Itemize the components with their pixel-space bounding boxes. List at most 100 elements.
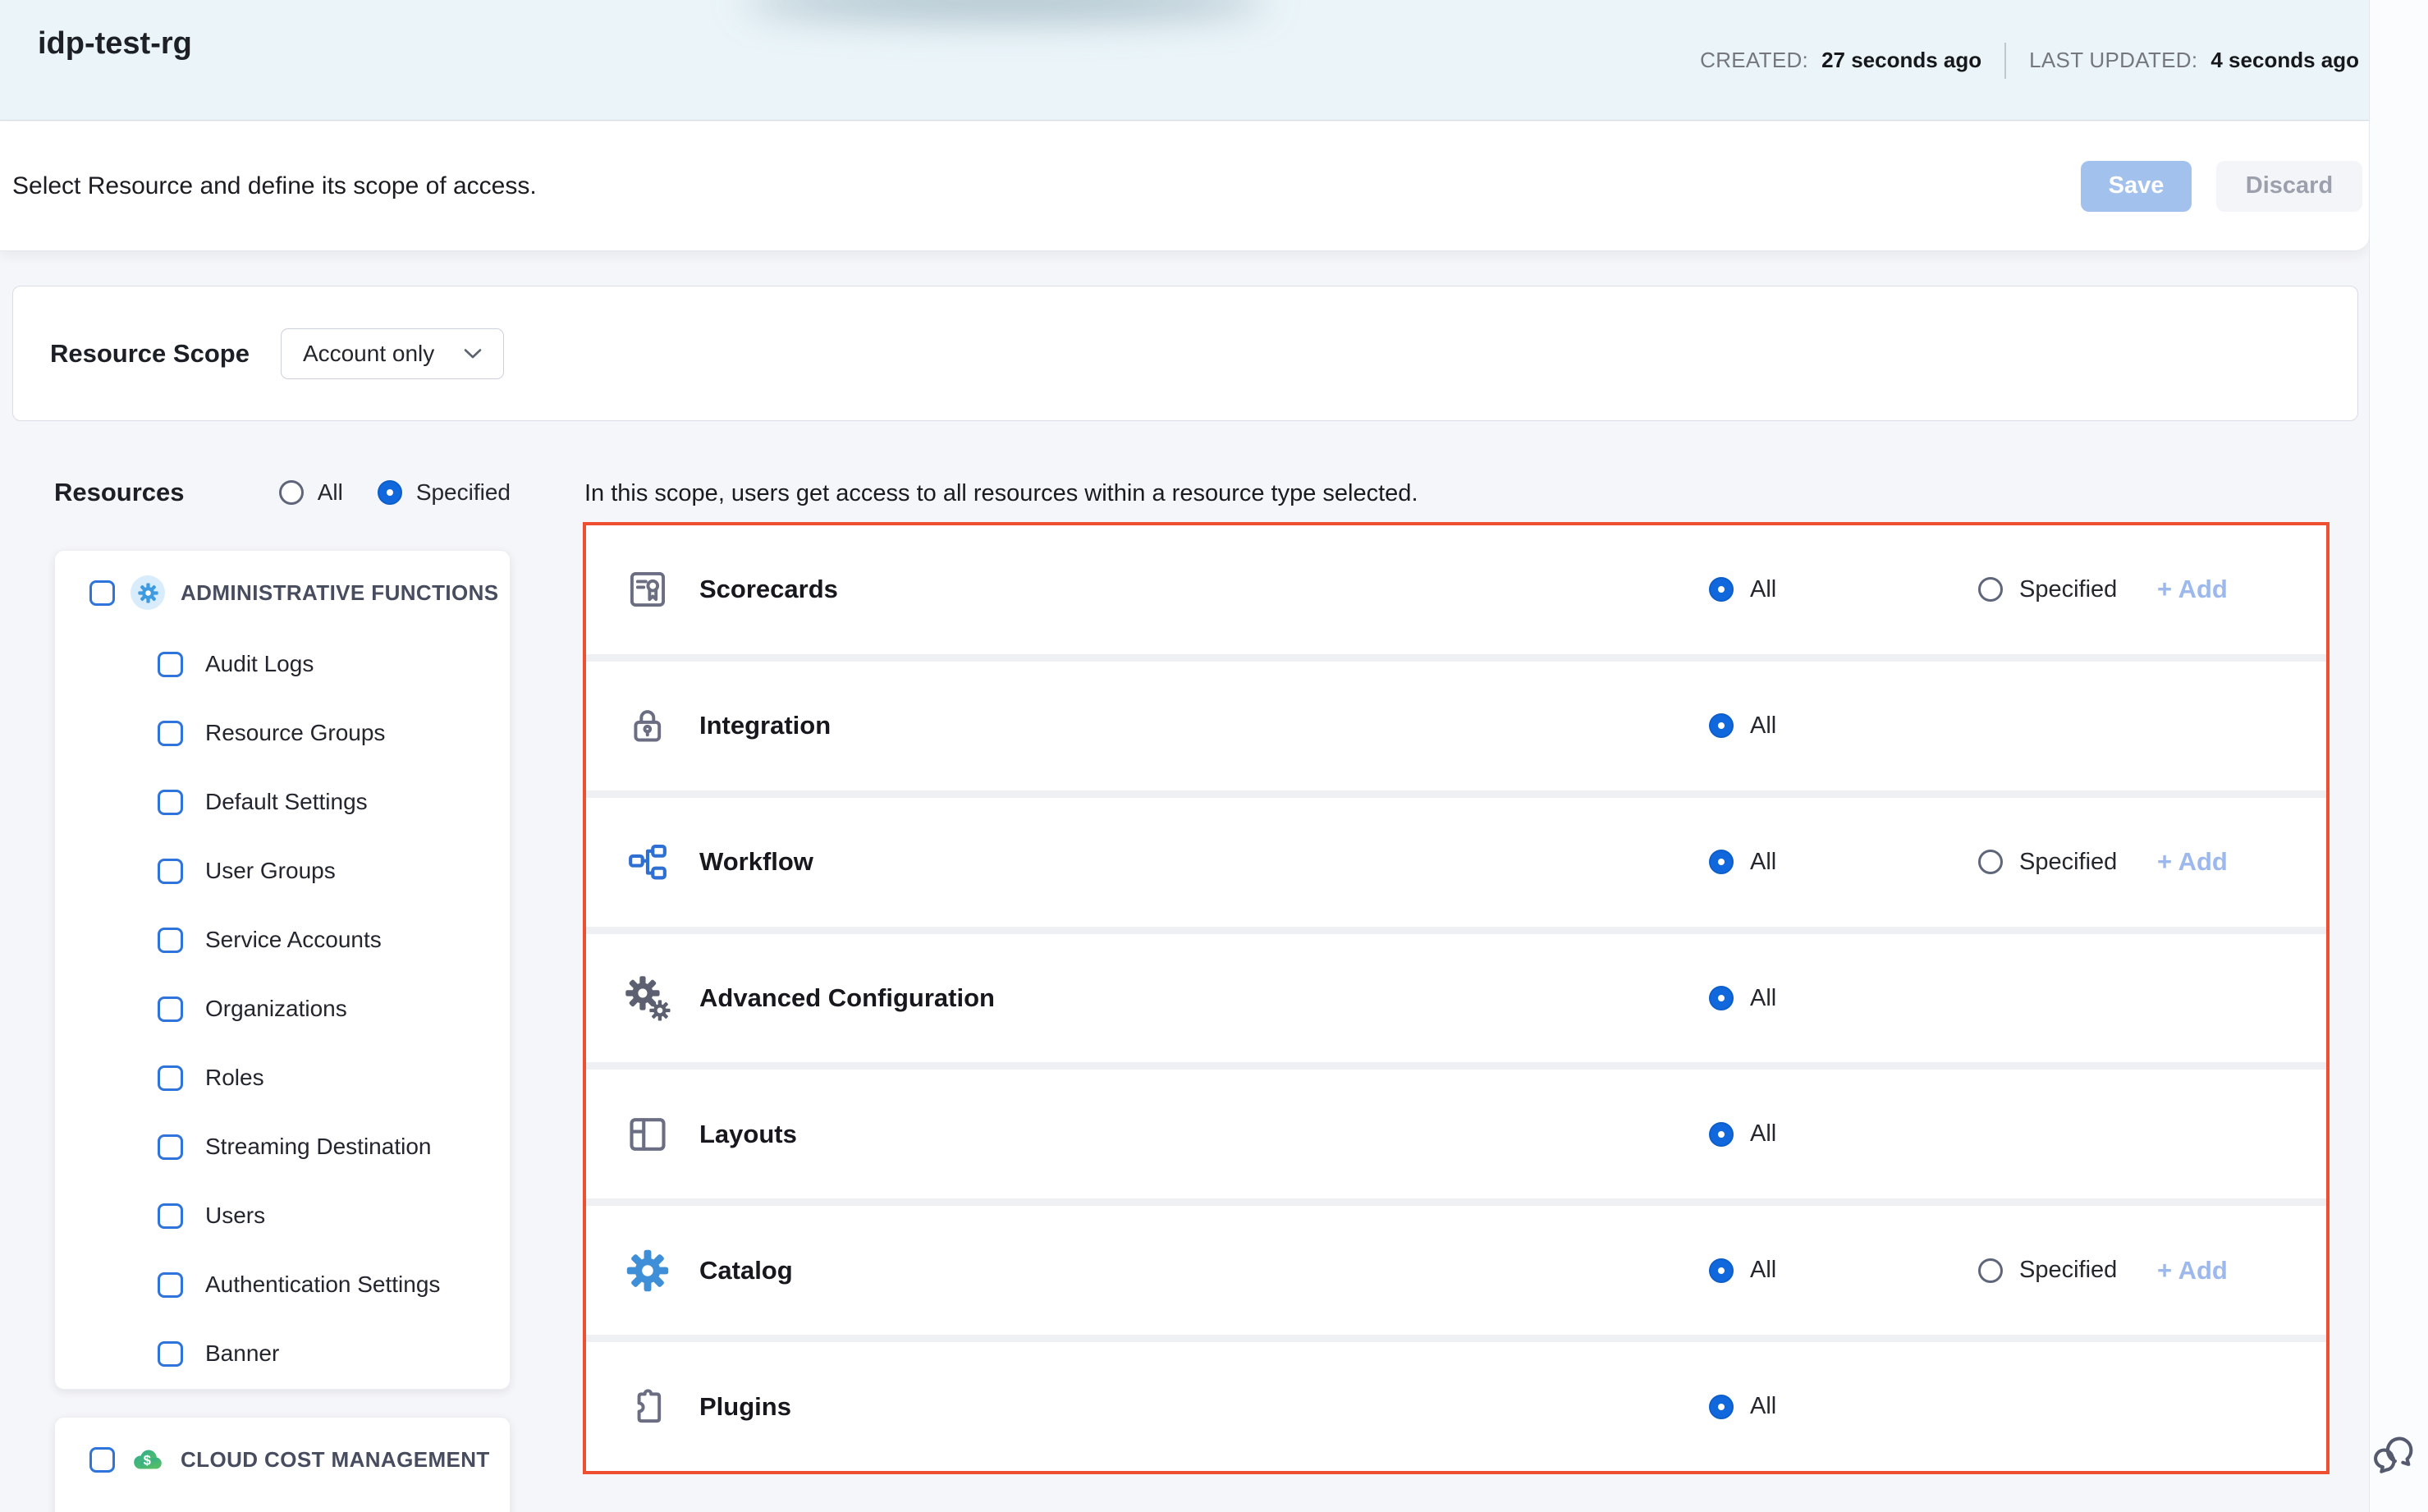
row-scorecards: Scorecards All Specified + Add — [586, 525, 2326, 654]
resources-all-radio[interactable]: All — [279, 479, 343, 506]
tree-item-organizations: Organizations — [55, 974, 510, 1043]
integration-all-radio[interactable]: All — [1709, 712, 1978, 740]
workflow-add-link[interactable]: + Add — [2157, 847, 2228, 877]
admin-functions-checkbox[interactable] — [89, 580, 115, 606]
tree-item-users: Users — [55, 1181, 510, 1250]
checkbox[interactable] — [158, 1134, 183, 1160]
lock-icon — [624, 702, 671, 749]
row-title: Advanced Configuration — [699, 983, 995, 1013]
row-plugins: Plugins All — [586, 1342, 2326, 1471]
resource-types-panel: Scorecards All Specified + Add — [583, 522, 2330, 1474]
gear-badge-icon — [131, 575, 165, 610]
admin-functions-items: Audit Logs Resource Groups Default Setti… — [55, 630, 510, 1388]
cloud-cost-header: $ CLOUD COST MANAGEMENT — [55, 1442, 510, 1477]
chat-bubbles-icon[interactable] — [2371, 1433, 2421, 1479]
chevron-down-icon — [464, 348, 482, 360]
scope-note: In this scope, users get access to all r… — [584, 480, 1418, 507]
plugins-all-radio[interactable]: All — [1709, 1393, 1978, 1420]
meta-divider — [2004, 43, 2006, 79]
checkbox[interactable] — [158, 1341, 183, 1367]
row-title: Layouts — [699, 1120, 797, 1149]
discard-button[interactable]: Discard — [2216, 161, 2362, 212]
checkbox[interactable] — [158, 928, 183, 953]
admin-functions-card: ADMINISTRATIVE FUNCTIONS Audit Logs Reso… — [54, 550, 511, 1390]
created-label: CREATED: — [1700, 48, 1808, 73]
svg-text:$: $ — [144, 1453, 151, 1468]
admin-functions-header: ADMINISTRATIVE FUNCTIONS — [55, 575, 510, 610]
catalog-add-link[interactable]: + Add — [2157, 1256, 2228, 1285]
cloud-cost-card: $ CLOUD COST MANAGEMENT Recommendations — [54, 1417, 511, 1512]
tree-item-authentication-settings: Authentication Settings — [55, 1250, 510, 1319]
checkbox[interactable] — [158, 1065, 183, 1091]
cloud-cost-checkbox[interactable] — [89, 1447, 115, 1473]
resources-specified-radio[interactable]: Specified — [378, 479, 511, 506]
resource-scope-selected-value: Account only — [303, 341, 434, 367]
checkbox[interactable] — [158, 721, 183, 746]
workflow-all-radio[interactable]: All — [1709, 849, 1978, 876]
radio-selected-icon[interactable] — [1709, 713, 1734, 738]
checkbox[interactable] — [158, 652, 183, 677]
save-button[interactable]: Save — [2081, 161, 2192, 212]
resource-group-page: idp-test-rg CREATED: 27 seconds ago LAST… — [0, 0, 2428, 1512]
action-subtitle: Select Resource and define its scope of … — [12, 172, 537, 200]
row-title: Plugins — [699, 1392, 791, 1422]
radio-selected-icon[interactable] — [1709, 1258, 1734, 1283]
radio-unselected-icon[interactable] — [1978, 1258, 2003, 1283]
checkbox[interactable] — [158, 859, 183, 884]
radio-selected-icon[interactable] — [378, 480, 402, 505]
radio-unselected-icon[interactable] — [1978, 850, 2003, 874]
advanced-configuration-all-radio[interactable]: All — [1709, 985, 1978, 1012]
checkbox[interactable] — [158, 997, 183, 1022]
scorecards-add-link[interactable]: + Add — [2157, 575, 2228, 604]
layout-icon — [624, 1111, 671, 1158]
row-layouts: Layouts All — [586, 1070, 2326, 1198]
workflow-specified-radio[interactable]: Specified — [1978, 849, 2157, 876]
row-title: Scorecards — [699, 575, 838, 604]
radio-unselected-icon[interactable] — [279, 480, 304, 505]
header-meta: CREATED: 27 seconds ago LAST UPDATED: 4 … — [1700, 0, 2359, 121]
row-title: Catalog — [699, 1256, 793, 1285]
checkbox[interactable] — [158, 790, 183, 815]
row-title: Workflow — [699, 847, 813, 877]
catalog-all-radio[interactable]: All — [1709, 1257, 1978, 1284]
tree-item-default-settings: Default Settings — [55, 767, 510, 836]
tree-item-user-groups: User Groups — [55, 836, 510, 905]
scorecards-specified-radio[interactable]: Specified — [1978, 576, 2157, 603]
page-title: idp-test-rg — [38, 26, 192, 62]
row-workflow: Workflow All Specified + Add — [586, 798, 2326, 927]
created-value: 27 seconds ago — [1821, 48, 1981, 73]
scorecard-icon — [624, 566, 671, 613]
workflow-icon — [624, 838, 671, 886]
puzzle-icon — [624, 1383, 671, 1431]
tree-item-roles: Roles — [55, 1043, 510, 1112]
resource-scope-label: Resource Scope — [50, 339, 250, 369]
radio-selected-icon[interactable] — [1709, 1395, 1734, 1419]
page-header: idp-test-rg CREATED: 27 seconds ago LAST… — [0, 0, 2428, 121]
radio-selected-icon[interactable] — [1709, 986, 1734, 1010]
gear-blue-icon — [624, 1247, 671, 1294]
checkbox[interactable] — [158, 1203, 183, 1229]
tree-item-service-accounts: Service Accounts — [55, 905, 510, 974]
radio-unselected-icon[interactable] — [1978, 577, 2003, 602]
row-catalog: Catalog All Specified + Add — [586, 1206, 2326, 1335]
radio-selected-icon[interactable] — [1709, 1122, 1734, 1147]
action-buttons: Save Discard — [2081, 161, 2362, 212]
tree-item-recommendations: Recommendations — [55, 1496, 510, 1512]
resources-mode-radios: All Specified — [279, 479, 511, 506]
scorecards-all-radio[interactable]: All — [1709, 576, 1978, 603]
layouts-all-radio[interactable]: All — [1709, 1120, 1978, 1148]
action-bar: Select Resource and define its scope of … — [0, 121, 2369, 251]
radio-selected-icon[interactable] — [1709, 850, 1734, 874]
last-updated-label: LAST UPDATED: — [2029, 48, 2197, 73]
catalog-specified-radio[interactable]: Specified — [1978, 1257, 2157, 1284]
header-shadow-smudge — [743, 0, 1268, 18]
tree-item-audit-logs: Audit Logs — [55, 630, 510, 699]
admin-functions-label: ADMINISTRATIVE FUNCTIONS — [181, 580, 499, 606]
checkbox[interactable] — [158, 1272, 183, 1298]
gears-icon — [624, 974, 671, 1022]
radio-selected-icon[interactable] — [1709, 577, 1734, 602]
resource-scope-card: Resource Scope Account only — [12, 286, 2358, 421]
right-gutter — [2369, 0, 2428, 1512]
resource-scope-dropdown[interactable]: Account only — [281, 328, 504, 379]
row-advanced-configuration: Advanced Configuration All — [586, 934, 2326, 1063]
